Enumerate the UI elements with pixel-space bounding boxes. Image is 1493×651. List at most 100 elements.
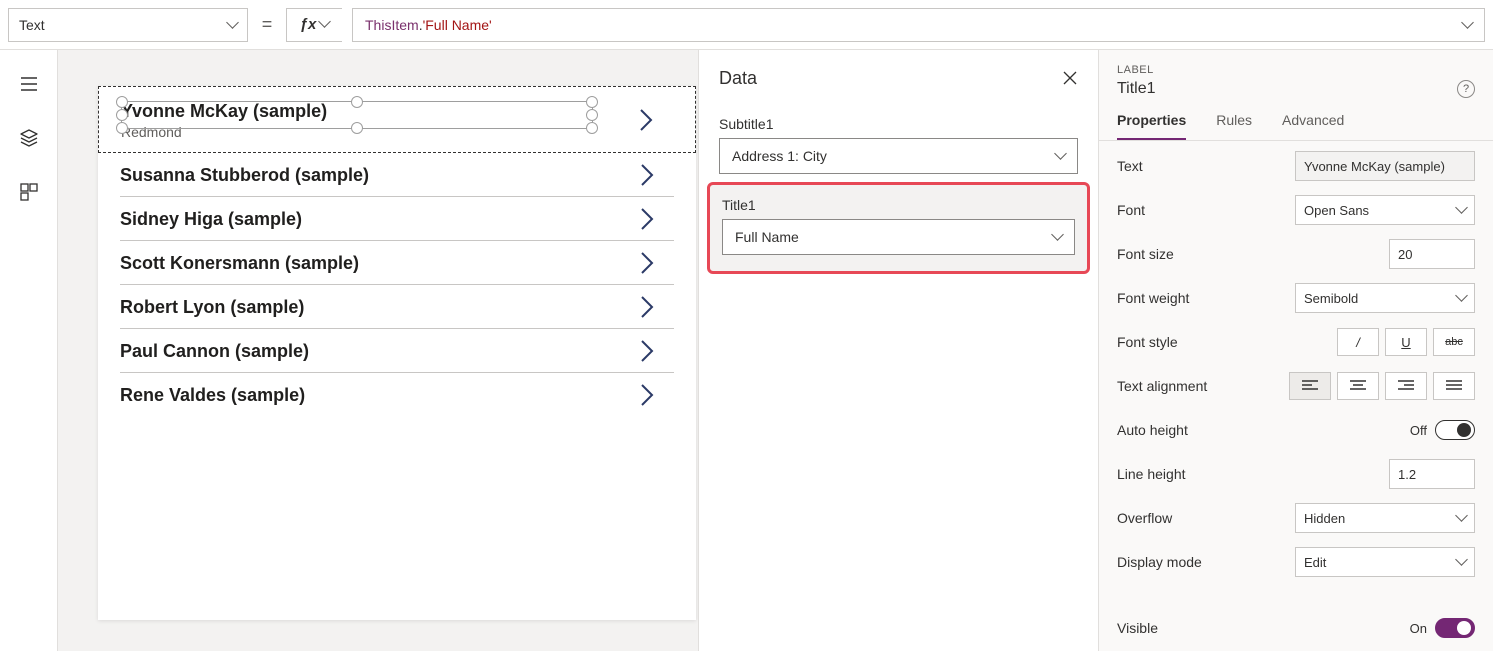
prop-row-font: Font Open Sans [1117,195,1475,225]
tab-advanced[interactable]: Advanced [1282,112,1344,140]
visible-toggle[interactable]: On [1410,618,1475,638]
italic-button[interactable]: / [1337,328,1379,356]
layers-icon[interactable] [19,128,39,148]
chevron-right-icon[interactable] [638,293,656,321]
prop-row-autoheight: Auto height Off [1117,415,1475,445]
prop-font-select[interactable]: Open Sans [1295,195,1475,225]
subtitle-select[interactable]: Address 1: City [719,138,1078,174]
gallery[interactable]: Yvonne McKay (sample) Redmond Susanna St… [98,86,696,416]
gallery-item-title: Scott Konersmann (sample) [120,253,674,274]
data-pane-header: Data [699,50,1098,106]
align-justify-button[interactable] [1433,372,1475,400]
prop-row-fontstyle: Font style / U abc [1117,327,1475,357]
gallery-item-selected[interactable]: Yvonne McKay (sample) Redmond [98,86,696,153]
gallery-item[interactable]: Paul Cannon (sample) [120,329,674,373]
fontstyle-group: / U abc [1337,328,1475,356]
tab-properties[interactable]: Properties [1117,112,1186,140]
toggle-state: Off [1410,423,1427,438]
chevron-down-icon [1457,555,1466,570]
chevron-right-icon[interactable] [638,381,656,409]
prop-label: Font [1117,202,1145,218]
autoheight-toggle[interactable]: Off [1410,420,1475,440]
align-center-button[interactable] [1337,372,1379,400]
prop-row-visible: Visible On [1117,613,1475,643]
prop-overflow-select[interactable]: Hidden [1295,503,1475,533]
resize-handle[interactable] [351,96,363,108]
prop-row-displaymode: Display mode Edit [1117,547,1475,577]
resize-handle[interactable] [116,109,128,121]
underline-button[interactable]: U [1385,328,1427,356]
chevron-down-icon [1457,203,1466,218]
title-select[interactable]: Full Name [722,219,1075,255]
chevron-down-icon [1457,291,1466,306]
properties-tabs: Properties Rules Advanced [1099,98,1493,141]
align-group [1289,372,1475,400]
prop-fontweight-select[interactable]: Semibold [1295,283,1475,313]
gallery-item[interactable]: Susanna Stubberod (sample) [120,153,674,197]
subtitle-select-value: Address 1: City [732,148,827,164]
gallery-item[interactable]: Sidney Higa (sample) [120,197,674,241]
formula-input[interactable]: ThisItem.'Full Name' [352,8,1485,42]
data-pane-title: Data [719,68,757,89]
control-type-label: LABEL [1117,64,1475,76]
prop-label: Line height [1117,466,1186,482]
align-left-button[interactable] [1289,372,1331,400]
prop-displaymode-value: Edit [1304,555,1326,570]
prop-label: Overflow [1117,510,1172,526]
data-pane: Data Subtitle1 Address 1: City Title1 Fu… [698,50,1098,651]
close-icon[interactable] [1062,70,1078,86]
resize-handle[interactable] [116,122,128,134]
prop-fontweight-value: Semibold [1304,291,1358,306]
resize-handle[interactable] [586,109,598,121]
align-right-button[interactable] [1385,372,1427,400]
chevron-down-icon [1463,17,1472,33]
app-canvas[interactable]: Yvonne McKay (sample) Redmond Susanna St… [98,86,696,620]
gallery-item[interactable]: Robert Lyon (sample) [120,285,674,329]
properties-list: Text Yvonne McKay (sample) Font Open San… [1099,141,1493,651]
prop-fontsize-input[interactable]: 20 [1389,239,1475,269]
chevron-right-icon[interactable] [637,106,655,134]
prop-displaymode-select[interactable]: Edit [1295,547,1475,577]
properties-header: LABEL Title1 ? [1099,50,1493,98]
control-name[interactable]: Title1 [1117,80,1156,98]
properties-pane: LABEL Title1 ? Properties Rules Advanced… [1098,50,1493,651]
prop-label: Text alignment [1117,378,1207,394]
resize-handle[interactable] [116,96,128,108]
prop-label: Visible [1117,620,1158,636]
tab-rules[interactable]: Rules [1216,112,1252,140]
prop-overflow-value: Hidden [1304,511,1345,526]
prop-lineheight-input[interactable]: 1.2 [1389,459,1475,489]
prop-row-text: Text Yvonne McKay (sample) [1117,151,1475,181]
title-select-value: Full Name [735,229,799,245]
field-label: Subtitle1 [719,116,1078,132]
strikethrough-button[interactable]: abc [1433,328,1475,356]
prop-row-overflow: Overflow Hidden [1117,503,1475,533]
chevron-right-icon[interactable] [638,161,656,189]
selection-box[interactable] [121,101,593,129]
help-icon[interactable]: ? [1457,80,1475,98]
prop-row-fontweight: Font weight Semibold [1117,283,1475,313]
gallery-item-title: Rene Valdes (sample) [120,385,674,406]
components-icon[interactable] [19,182,39,202]
prop-font-value: Open Sans [1304,203,1369,218]
property-selector-value: Text [19,17,45,33]
fx-icon: ƒx [300,16,317,33]
field-label: Title1 [722,197,1075,213]
prop-label: Font style [1117,334,1178,350]
gallery-item[interactable]: Rene Valdes (sample) [120,373,674,416]
chevron-right-icon[interactable] [638,337,656,365]
property-selector[interactable]: Text [8,8,248,42]
prop-label: Auto height [1117,422,1188,438]
chevron-right-icon[interactable] [638,205,656,233]
gallery-item[interactable]: Scott Konersmann (sample) [120,241,674,285]
hamburger-icon[interactable] [19,74,39,94]
chevron-right-icon[interactable] [638,249,656,277]
prop-row-lineheight: Line height 1.2 [1117,459,1475,489]
data-pane-body: Subtitle1 Address 1: City Title1 Full Na… [699,106,1098,268]
fx-button[interactable]: ƒx [286,8,342,42]
data-field-subtitle: Subtitle1 Address 1: City [719,116,1078,174]
resize-handle[interactable] [586,122,598,134]
resize-handle[interactable] [586,96,598,108]
prop-text-value[interactable]: Yvonne McKay (sample) [1295,151,1475,181]
resize-handle[interactable] [351,122,363,134]
